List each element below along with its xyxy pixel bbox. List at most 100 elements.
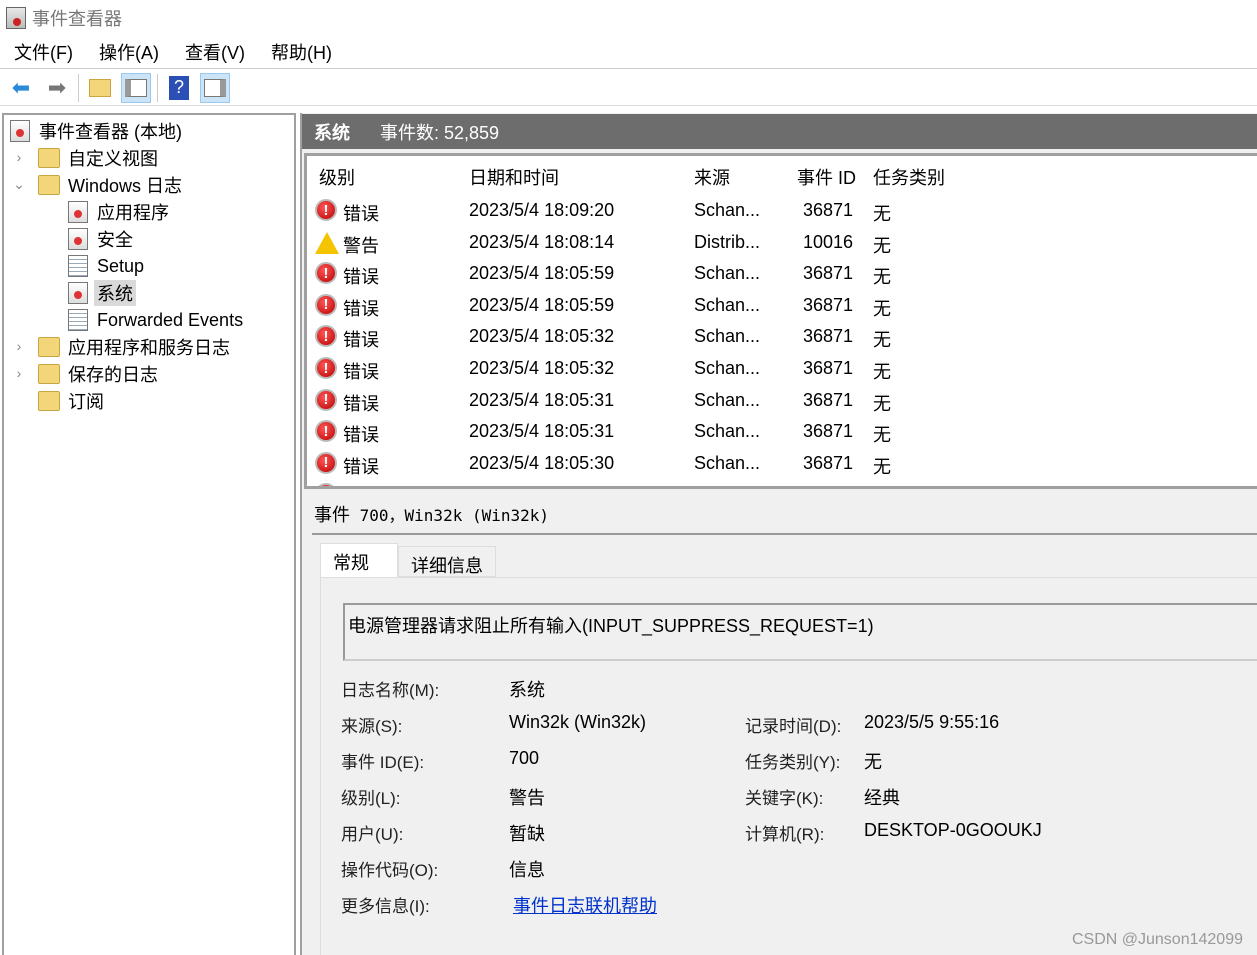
- error-icon: !: [315, 357, 337, 379]
- menu-file[interactable]: 文件(F): [0, 39, 85, 65]
- column-header-task-category[interactable]: 任务类别: [873, 164, 945, 190]
- cell-level: 错误: [343, 330, 379, 351]
- cell-datetime: 2023/5/4 18:05:30: [469, 452, 615, 473]
- cell-source: Distrib...: [694, 231, 761, 252]
- column-header-datetime[interactable]: 日期和时间: [469, 164, 559, 190]
- cell-level: 错误: [343, 393, 379, 414]
- folder-icon: [38, 337, 60, 357]
- chevron-right-icon[interactable]: ›: [12, 338, 26, 354]
- table-row[interactable]: 警告 2023/5/4 18:08:14 Distrib... 10016 无: [307, 228, 1257, 259]
- log-icon: [68, 309, 88, 331]
- event-viewer-icon: [10, 120, 30, 142]
- toolbar: ⬅ ➡ ?: [0, 70, 1257, 106]
- menu-view[interactable]: 查看(V): [171, 39, 257, 65]
- window-title: 事件查看器: [32, 8, 122, 29]
- cell-event-id: 36871: [803, 263, 854, 284]
- event-list: 级别 日期和时间 来源 事件 ID 任务类别 ! 错误 2023/5/4 18:09…: [304, 153, 1257, 489]
- chevron-right-icon[interactable]: ›: [12, 365, 26, 381]
- table-row[interactable]: ! 错误 2023/5/4 18:05:32 Schan... 36871 无: [307, 322, 1257, 353]
- content-pane: 系统 事件数: 52,859 级别 日期和时间 来源 事件 ID 任务类别 ! 错…: [300, 113, 1257, 955]
- toolbar-separator: [157, 73, 158, 102]
- tab-details[interactable]: 详细信息: [398, 546, 496, 577]
- chevron-right-icon[interactable]: ›: [12, 149, 26, 165]
- field-value: 经典: [864, 788, 900, 808]
- tab-general[interactable]: 常规: [320, 543, 398, 577]
- field-value: 暂缺: [509, 824, 545, 844]
- cell-datetime: 2023/5/4 18:05:31: [469, 421, 615, 442]
- field-label: 更多信息(I):: [341, 897, 430, 916]
- cell-source: Schan...: [694, 294, 761, 315]
- tree-item-system[interactable]: 系统: [64, 280, 136, 306]
- tree-item-windows-logs[interactable]: Windows 日志: [38, 172, 182, 198]
- back-arrow-icon[interactable]: ⬅: [6, 73, 36, 103]
- title-bar: 事件查看器: [0, 0, 1257, 35]
- field-value: 警告: [509, 788, 545, 808]
- table-row[interactable]: ! 错误 2023/5/4 18:05:31 Schan... 36871 无: [307, 386, 1257, 417]
- cell-event-id: 36871: [803, 484, 853, 486]
- column-header-source[interactable]: 来源: [694, 164, 730, 190]
- cell-event-id: 36871: [803, 326, 854, 347]
- tree-item-subscriptions[interactable]: 订阅: [38, 388, 104, 414]
- cell-level: 错误: [343, 298, 379, 319]
- table-row[interactable]: ! 错误 2023/5/4 18:05:59 Schan... 36871 无: [307, 291, 1257, 322]
- menu-help[interactable]: 帮助(H): [257, 39, 344, 65]
- menu-action[interactable]: 操作(A): [85, 39, 171, 65]
- tree-item-application[interactable]: 应用程序: [68, 199, 169, 225]
- field-label: 用户(U):: [341, 825, 404, 844]
- cell-datetime: 2023/5/4 18:05:59: [469, 263, 615, 284]
- table-row[interactable]: ! 错误 2023/5/4 18:05:30 Schan... 36871 无: [307, 449, 1257, 480]
- error-icon: !: [315, 451, 337, 474]
- forward-arrow-icon[interactable]: ➡: [42, 73, 72, 103]
- error-icon: !: [315, 483, 337, 486]
- show-hide-action-pane-icon[interactable]: [200, 72, 230, 103]
- up-folder-icon[interactable]: [85, 73, 115, 103]
- field-label: 事件 ID(E):: [341, 753, 425, 772]
- online-help-link[interactable]: 事件日志联机帮助: [513, 892, 657, 918]
- field-value: DESKTOP-0GOOUKJ: [864, 820, 1042, 840]
- cell-level: 警告: [343, 235, 379, 256]
- cell-event-id: 36871: [803, 200, 854, 220]
- detail-title: 事件 700，Win32k (Win32k): [314, 505, 550, 525]
- column-header-level[interactable]: 级别: [319, 164, 355, 190]
- tree-item-saved-logs[interactable]: 保存的日志: [38, 361, 158, 387]
- error-icon: !: [315, 199, 337, 221]
- show-hide-tree-icon[interactable]: [121, 72, 151, 103]
- cell-source: Schan...: [694, 326, 761, 347]
- chevron-down-icon[interactable]: ⌄: [12, 176, 26, 193]
- cell-task-category: 无: [873, 393, 891, 414]
- field-label: 任务类别(Y):: [745, 753, 841, 772]
- table-row[interactable]: ! 错误 2023/5/4 18:05:59 Schan... 36871 无: [307, 259, 1257, 290]
- watermark: CSDN @Junson142099: [1071, 931, 1243, 948]
- cell-task-category: 无: [873, 362, 891, 382]
- field-label: 计算机(R):: [745, 825, 825, 844]
- cell-level: 错误: [343, 456, 379, 477]
- tree-item-app-service-logs[interactable]: 应用程序和服务日志: [38, 334, 230, 360]
- field-label: 操作代码(O):: [341, 861, 439, 880]
- cell-level: 错误: [343, 204, 379, 224]
- event-message[interactable]: 电源管理器请求阻止所有输入(INPUT_SUPPRESS_REQUEST=1): [343, 603, 1257, 661]
- folder-monitor-icon: [38, 175, 60, 195]
- tree-item-setup[interactable]: Setup: [68, 253, 144, 279]
- cell-datetime: 2023/5/4 18:05:59: [469, 294, 615, 315]
- field-label: 关键字(K):: [745, 789, 824, 808]
- field-value: 700: [509, 748, 540, 768]
- table-row[interactable]: ! 错误 2023/5/4 18:09:20 Schan... 36871 无: [307, 196, 1257, 227]
- general-tab-content: 电源管理器请求阻止所有输入(INPUT_SUPPRESS_REQUEST=1) …: [320, 577, 1257, 955]
- event-count: 事件数: 52,859: [380, 122, 500, 143]
- column-header-event-id[interactable]: 事件 ID: [797, 164, 856, 190]
- tree-item-event-viewer-local[interactable]: 事件查看器 (本地): [10, 118, 182, 144]
- tree-item-forwarded-events[interactable]: Forwarded Events: [68, 307, 243, 333]
- subscription-icon: [38, 391, 60, 411]
- tree-item-security[interactable]: 安全: [68, 226, 133, 252]
- log-icon: [68, 201, 88, 223]
- table-row[interactable]: ! 错误 2023/5/4 18:05:30 Schan... 36871 无: [307, 480, 1257, 486]
- cell-source: Schan...: [694, 200, 761, 220]
- navigation-tree: 事件查看器 (本地) › 自定义视图 ⌄ Windows 日志 应用程序 安全 …: [2, 113, 296, 955]
- log-icon: [68, 282, 88, 304]
- cell-task-category: 无: [873, 456, 891, 477]
- table-row[interactable]: ! 错误 2023/5/4 18:05:32 Schan... 36871 无: [307, 354, 1257, 385]
- warning-icon: [315, 231, 339, 254]
- table-row[interactable]: ! 错误 2023/5/4 18:05:31 Schan... 36871 无: [307, 417, 1257, 448]
- help-icon[interactable]: ?: [164, 73, 194, 103]
- tree-item-custom-views[interactable]: 自定义视图: [38, 145, 158, 171]
